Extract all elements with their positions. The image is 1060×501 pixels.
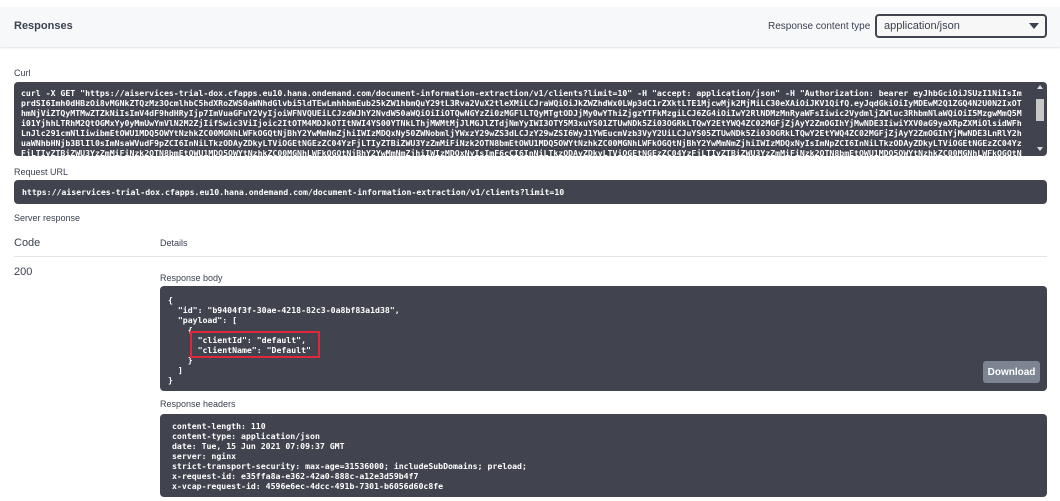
json-line: { bbox=[168, 325, 193, 335]
top-strip bbox=[0, 0, 1060, 7]
json-line: "id": "b9404f3f-30ae-4218-82c3-0a8bf83a1… bbox=[168, 305, 400, 315]
header-line: x-request-id: e35ffa8a-e362-42a0-888c-a1… bbox=[172, 471, 419, 481]
highlight-annotation-box bbox=[190, 331, 320, 358]
request-url-label: Request URL bbox=[14, 167, 69, 177]
details-column-header: Details bbox=[160, 238, 188, 248]
json-line: } bbox=[168, 355, 193, 365]
json-line: ] bbox=[168, 365, 183, 375]
curl-scrollbar[interactable] bbox=[1035, 85, 1045, 151]
json-line: } bbox=[168, 375, 173, 385]
json-line: { bbox=[168, 295, 173, 305]
response-content-type-value: application/json bbox=[884, 20, 960, 32]
curl-command-box[interactable]: curl -X GET "https://aiservices-trial-do… bbox=[14, 82, 1047, 156]
response-content-type-select[interactable]: application/json bbox=[875, 14, 1047, 38]
header-line: x-vcap-request-id: 4596e6ec-4dcc-491b-73… bbox=[172, 481, 444, 491]
curl-command-text[interactable]: curl -X GET "https://aiservices-trial-do… bbox=[21, 88, 1026, 156]
scrollbar-thumb[interactable] bbox=[1036, 99, 1044, 121]
request-url-value[interactable]: https://aiservices-trial-dox.cfapps.eu10… bbox=[22, 187, 564, 197]
curl-label: Curl bbox=[14, 68, 31, 78]
header-line: date: Tue, 15 Jun 2021 07:09:37 GMT bbox=[172, 441, 345, 451]
code-column-header: Code bbox=[14, 237, 41, 249]
header-line: strict-transport-security: max-age=31536… bbox=[172, 461, 527, 471]
responses-header: Responses Response content type applicat… bbox=[0, 7, 1060, 47]
header-line: content-length: 110 bbox=[172, 421, 266, 431]
response-body-label: Response body bbox=[160, 273, 223, 283]
chevron-down-icon bbox=[1029, 23, 1039, 29]
json-line: "payload": [ bbox=[168, 315, 238, 325]
response-headers-box: content-length: 110 content-type: applic… bbox=[160, 414, 1047, 497]
response-headers-label: Response headers bbox=[160, 399, 236, 409]
header-line: content-type: application/json bbox=[172, 431, 320, 441]
header-line: server: nginx bbox=[172, 451, 237, 461]
responses-title: Responses bbox=[14, 20, 73, 32]
download-button[interactable]: Download bbox=[983, 361, 1040, 383]
scroll-down-arrow-icon[interactable] bbox=[1037, 147, 1043, 151]
response-content-type-label: Response content type bbox=[768, 21, 871, 32]
scroll-up-arrow-icon[interactable] bbox=[1037, 85, 1043, 89]
request-url-box: https://aiservices-trial-dox.cfapps.eu10… bbox=[14, 180, 1047, 204]
table-divider bbox=[14, 256, 1047, 257]
server-response-label: Server response bbox=[14, 213, 81, 223]
response-status-code: 200 bbox=[14, 266, 33, 278]
